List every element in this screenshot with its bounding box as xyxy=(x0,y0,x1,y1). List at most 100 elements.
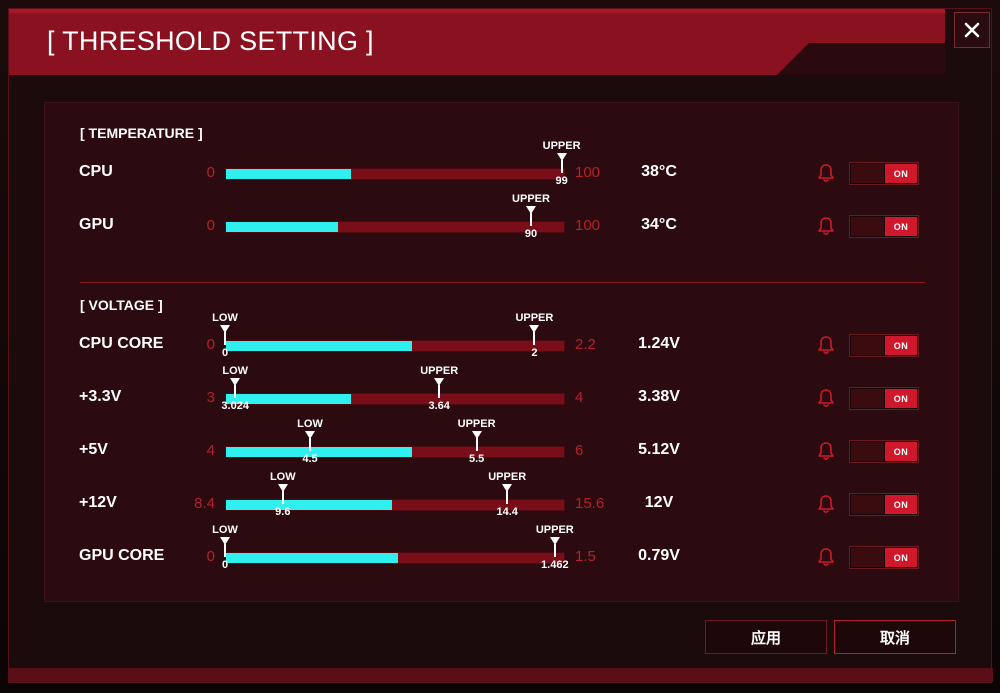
low-value: 0 xyxy=(221,559,229,571)
dialog-title: [ THRESHOLD SETTING ] xyxy=(47,26,374,56)
bell-icon[interactable] xyxy=(815,387,837,409)
voltage-row-cpu-core: CPU CORE 0 2.2 1.24V LOW 0 UPPER 2 ON xyxy=(45,312,960,376)
range-min: 0 xyxy=(206,336,215,353)
voltage-section-title: [ VOLTAGE ] xyxy=(80,297,163,313)
toggle-knob xyxy=(851,217,884,236)
upper-marker-stem xyxy=(560,160,563,173)
upper-label: UPPER xyxy=(488,471,527,483)
voltage-row-gpu-core: GPU CORE 0 1.5 0.79V LOW 0 UPPER 1.462 ON xyxy=(45,524,960,588)
alert-toggle[interactable]: ON xyxy=(849,334,919,357)
settings-panel: [ TEMPERATURE ] [ VOLTAGE ] CPU 0 100 38°C U… xyxy=(44,102,959,602)
low-value: 0 xyxy=(221,347,229,359)
low-marker-stem xyxy=(224,332,226,345)
current-reading: 12V xyxy=(644,494,674,511)
bell-icon-glyph xyxy=(818,548,834,567)
threshold-slider-track[interactable] xyxy=(225,446,565,458)
current-level-fill xyxy=(226,222,338,232)
upper-value: 3.64 xyxy=(428,400,450,412)
threshold-slider-track[interactable] xyxy=(225,552,565,564)
current-reading: 34°C xyxy=(641,216,677,233)
upper-marker-stem xyxy=(438,385,441,398)
range-min: 3 xyxy=(206,389,215,406)
row-label: CPU CORE xyxy=(79,335,164,352)
low-label: LOW xyxy=(297,418,323,430)
row-label: +3.3V xyxy=(79,388,122,405)
close-icon xyxy=(964,22,980,38)
range-max: 100 xyxy=(575,217,601,234)
row-label: +12V xyxy=(79,494,117,511)
close-button[interactable] xyxy=(954,12,990,48)
voltage-row-12v: +12V 8.4 15.6 12V LOW 9.6 UPPER 14.4 ON xyxy=(45,471,960,535)
current-reading: 3.38V xyxy=(638,388,680,405)
toggle-on-label: ON xyxy=(885,336,917,355)
low-value: 4.5 xyxy=(302,453,318,465)
toggle-on-label: ON xyxy=(885,164,917,183)
bell-icon[interactable] xyxy=(815,162,837,184)
upper-marker-stem xyxy=(533,332,536,345)
current-level-fill xyxy=(226,500,392,510)
toggle-knob xyxy=(851,495,884,514)
alert-toggle[interactable]: ON xyxy=(849,162,919,185)
temperature-row-gpu: GPU 0 100 34°C UPPER 90 ON xyxy=(45,193,960,257)
row-label: CPU xyxy=(79,163,113,180)
row-label: GPU xyxy=(79,216,114,233)
threshold-slider-track[interactable] xyxy=(225,393,565,405)
current-level-fill xyxy=(226,553,399,563)
bell-icon-glyph xyxy=(818,495,834,514)
range-min: 8.4 xyxy=(194,495,215,512)
upper-label: UPPER xyxy=(457,418,496,430)
upper-marker-stem xyxy=(530,213,532,226)
upper-value: 1.462 xyxy=(541,559,569,571)
bell-icon[interactable] xyxy=(815,334,837,356)
bell-icon-glyph xyxy=(818,389,834,408)
upper-marker-stem xyxy=(506,491,509,504)
current-reading: 38°C xyxy=(641,163,677,180)
upper-value: 14.4 xyxy=(496,506,518,518)
toggle-on-label: ON xyxy=(885,495,917,514)
upper-label: UPPER xyxy=(420,365,459,377)
threshold-slider-track[interactable] xyxy=(225,340,565,352)
voltage-row-3-3v: +3.3V 3 4 3.38V LOW 3.024 UPPER 3.64 ON xyxy=(45,365,960,429)
bell-icon-glyph xyxy=(818,217,834,236)
bell-icon-glyph xyxy=(818,442,834,461)
upper-marker-stem xyxy=(553,544,556,557)
range-max: 1.5 xyxy=(575,548,596,565)
bell-icon[interactable] xyxy=(815,546,837,568)
threshold-slider-track[interactable] xyxy=(225,168,565,180)
cancel-button[interactable]: 取消 xyxy=(834,620,956,654)
upper-value: 5.5 xyxy=(468,453,485,465)
row-label: GPU CORE xyxy=(79,547,165,564)
low-marker-stem xyxy=(309,438,311,451)
toggle-on-label: ON xyxy=(885,389,917,408)
range-max: 4 xyxy=(575,389,584,406)
range-max: 100 xyxy=(575,164,601,181)
alert-toggle[interactable]: ON xyxy=(849,546,919,569)
temperature-section-title: [ TEMPERATURE ] xyxy=(80,125,203,141)
upper-marker-stem xyxy=(475,438,478,451)
current-reading: 5.12V xyxy=(638,441,680,458)
bell-icon[interactable] xyxy=(815,215,837,237)
alert-toggle[interactable]: ON xyxy=(849,493,919,516)
upper-value: 2 xyxy=(531,347,538,359)
low-marker-stem xyxy=(234,385,237,398)
alert-toggle[interactable]: ON xyxy=(849,440,919,463)
bell-icon[interactable] xyxy=(815,493,837,515)
bottom-accent-strip xyxy=(9,668,993,682)
row-label: +5V xyxy=(79,441,108,458)
alert-toggle[interactable]: ON xyxy=(849,215,919,238)
threshold-dialog: [ THRESHOLD SETTING ] [ TEMPERATURE ] [ … xyxy=(8,8,993,683)
toggle-on-label: ON xyxy=(885,442,917,461)
range-min: 4 xyxy=(206,442,215,459)
alert-toggle[interactable]: ON xyxy=(849,387,919,410)
toggle-knob xyxy=(851,164,884,183)
upper-value: 99 xyxy=(555,175,568,187)
temperature-row-cpu: CPU 0 100 38°C UPPER 99 ON xyxy=(45,140,960,204)
apply-button[interactable]: 应用 xyxy=(705,620,827,654)
toggle-knob xyxy=(851,548,884,567)
toggle-on-label: ON xyxy=(885,548,917,567)
threshold-slider-track[interactable] xyxy=(225,221,565,233)
low-label: LOW xyxy=(269,471,296,483)
upper-label: UPPER xyxy=(512,193,550,205)
toggle-knob xyxy=(851,442,884,461)
bell-icon[interactable] xyxy=(815,440,837,462)
